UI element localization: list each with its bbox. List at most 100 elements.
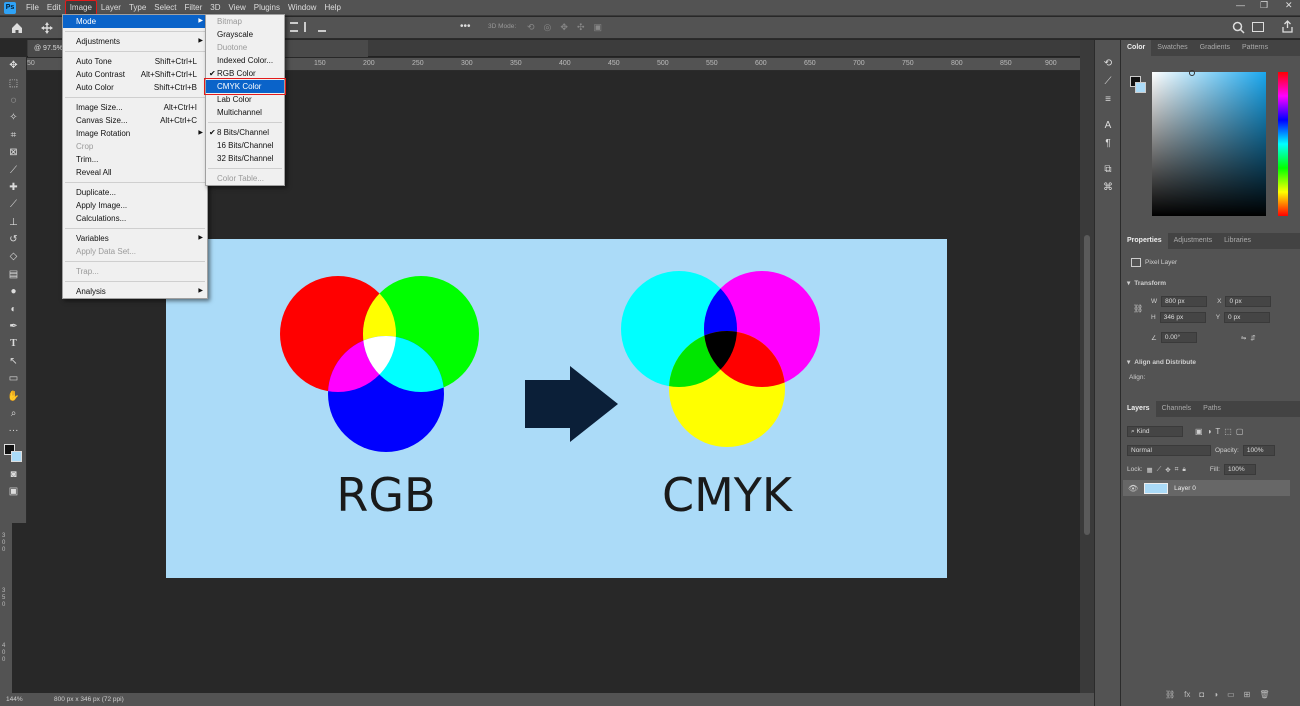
blend-mode-select[interactable]: Normal [1127,445,1211,456]
tab-libraries[interactable]: Libraries [1218,233,1257,249]
align-vcenter-icon[interactable] [304,22,312,32]
menu-edit[interactable]: Edit [43,1,65,15]
menu-type[interactable]: Type [125,1,150,15]
menu-item-image-rotation[interactable]: Image Rotation ▶ [63,127,207,140]
menu-item-reveal-all[interactable]: Reveal All [63,166,207,179]
link-icon[interactable]: ⛓ [1133,304,1143,313]
menu-item-mode[interactable]: Mode ▶ [63,15,207,28]
roll-3d-icon[interactable]: ◎ [544,22,552,33]
menu-item-duplicate[interactable]: Duplicate... [63,186,207,199]
blur-tool-icon[interactable]: ● [0,283,27,300]
flip-horizontal-icon[interactable]: ⇋ [1241,334,1246,342]
lock-move-icon[interactable]: ✥ [1165,466,1170,474]
more-options-icon[interactable]: ••• [460,21,471,32]
new-group-icon[interactable]: ▭ [1227,690,1235,699]
share-icon[interactable] [1281,20,1294,33]
color-picker-cursor[interactable] [1189,70,1195,76]
document-canvas[interactable]: RGB CMYK [166,239,947,578]
menu-item-rgb-color[interactable]: ✔ RGB Color [206,67,284,80]
minimize-button[interactable]: — [1236,0,1245,10]
move-tool-icon[interactable] [40,21,54,35]
lock-artboard-icon[interactable]: ⌗ [1175,466,1179,474]
path-selection-icon[interactable]: ↖ [0,353,27,370]
menu-3d[interactable]: 3D [206,1,224,15]
menu-item-multichannel[interactable]: Multichannel [206,106,284,119]
menu-item-8-bits[interactable]: ✔ 8 Bits/Channel [206,126,284,139]
quick-mask-icon[interactable]: ◙ [0,466,27,483]
scroll-thumb[interactable] [1084,235,1090,535]
gradient-tool-icon[interactable]: ▤ [0,266,27,283]
pan-3d-icon[interactable]: ✥ [560,22,568,33]
menu-item-indexed-color[interactable]: Indexed Color... [206,54,284,67]
layer-filter-select[interactable]: ⌕ Kind [1127,426,1183,437]
hand-tool-icon[interactable]: ✋ [0,387,27,404]
menu-window[interactable]: Window [284,1,320,15]
eraser-tool-icon[interactable]: ◇ [0,248,27,265]
filter-adjust-icon[interactable]: ◑ [1207,427,1212,436]
tab-layers[interactable]: Layers [1121,401,1156,417]
new-layer-icon[interactable]: ⊞ [1244,690,1251,699]
color-swatches[interactable] [0,440,26,466]
menu-item-32-bits[interactable]: 32 Bits/Channel [206,152,284,165]
glyphs-panel-icon[interactable]: ⌘ [1095,178,1121,196]
align-bottom-icon[interactable] [318,22,326,32]
align-top-icon[interactable] [290,22,298,32]
tab-paths[interactable]: Paths [1197,401,1227,417]
menu-file[interactable]: File [22,1,43,15]
paragraph-panel-icon[interactable]: ¶ [1095,134,1121,152]
tab-channels[interactable]: Channels [1156,401,1198,417]
screen-mode-icon[interactable]: ▣ [0,483,27,500]
menu-item-variables[interactable]: Variables ▶ [63,232,207,245]
move-tool-icon[interactable]: ✥ [0,57,27,74]
rectangle-tool-icon[interactable]: ▭ [0,370,27,387]
menu-plugins[interactable]: Plugins [250,1,284,15]
adjust-panel-icon[interactable]: ≡ [1095,90,1121,108]
fill-field[interactable]: 100% [1223,464,1256,475]
layer-comps-icon[interactable]: ⧉ [1095,160,1121,178]
brush-settings-icon[interactable]: ⟋ [1095,72,1121,90]
menu-item-canvas-size[interactable]: Canvas Size... Alt+Ctrl+C [63,114,207,127]
tab-patterns[interactable]: Patterns [1236,40,1274,56]
menu-help[interactable]: Help [320,1,344,15]
color-picker-field[interactable] [1152,72,1266,216]
lock-all-icon[interactable]: 🔒︎ [1182,466,1185,474]
menu-item-auto-tone[interactable]: Auto Tone Shift+Ctrl+L [63,55,207,68]
magic-wand-icon[interactable]: ✧ [0,109,27,126]
collapse-icon[interactable]: ▾ [1127,279,1130,287]
menu-item-adjustments[interactable]: Adjustments ▶ [63,35,207,48]
menu-layer[interactable]: Layer [97,1,125,15]
menu-item-lab-color[interactable]: Lab Color [206,93,284,106]
history-brush-icon[interactable]: ↺ [0,231,27,248]
menu-item-calculations[interactable]: Calculations... [63,212,207,225]
menu-item-16-bits[interactable]: 16 Bits/Channel [206,139,284,152]
tab-properties[interactable]: Properties [1121,233,1168,249]
tab-gradients[interactable]: Gradients [1194,40,1236,56]
slide-3d-icon[interactable]: ✣ [577,22,585,33]
height-field[interactable]: 346 px [1159,312,1206,323]
menu-item-image-size[interactable]: Image Size... Alt+Ctrl+I [63,101,207,114]
menu-item-cmyk-color[interactable]: CMYK Color [204,78,286,95]
workspace-icon[interactable] [1252,22,1264,32]
search-icon[interactable] [1232,21,1245,34]
healing-brush-icon[interactable]: ✚ [0,179,27,196]
background-color-swatch[interactable] [11,450,22,462]
opacity-field[interactable]: 100% [1242,445,1275,456]
menu-item-auto-contrast[interactable]: Auto Contrast Alt+Shift+Ctrl+L [63,68,207,81]
close-window-button[interactable]: ✕ [1285,0,1293,11]
crop-tool-icon[interactable]: ⌗ [0,127,27,144]
tab-adjustments[interactable]: Adjustments [1168,233,1219,249]
type-tool-icon[interactable]: T [0,335,27,352]
hue-slider[interactable] [1278,72,1288,216]
camera-3d-icon[interactable]: ▣ [594,22,603,33]
width-field[interactable]: 800 px [1161,296,1208,307]
layer-name[interactable]: Layer 0 [1174,485,1196,492]
edit-toolbar-icon[interactable]: ··· [0,422,27,439]
filter-type-icon[interactable]: T [1215,427,1220,436]
clone-stamp-icon[interactable]: ⊥ [0,214,27,231]
visibility-eye-icon[interactable]: 👁︎ [1128,484,1138,493]
eyedropper-icon[interactable]: ⟋ [0,161,27,178]
layer-row[interactable]: 👁︎ Layer 0 [1123,480,1290,496]
menu-view[interactable]: View [225,1,250,15]
filter-pixel-icon[interactable]: ▣ [1195,427,1203,436]
filter-smart-icon[interactable]: ▢ [1236,427,1244,436]
